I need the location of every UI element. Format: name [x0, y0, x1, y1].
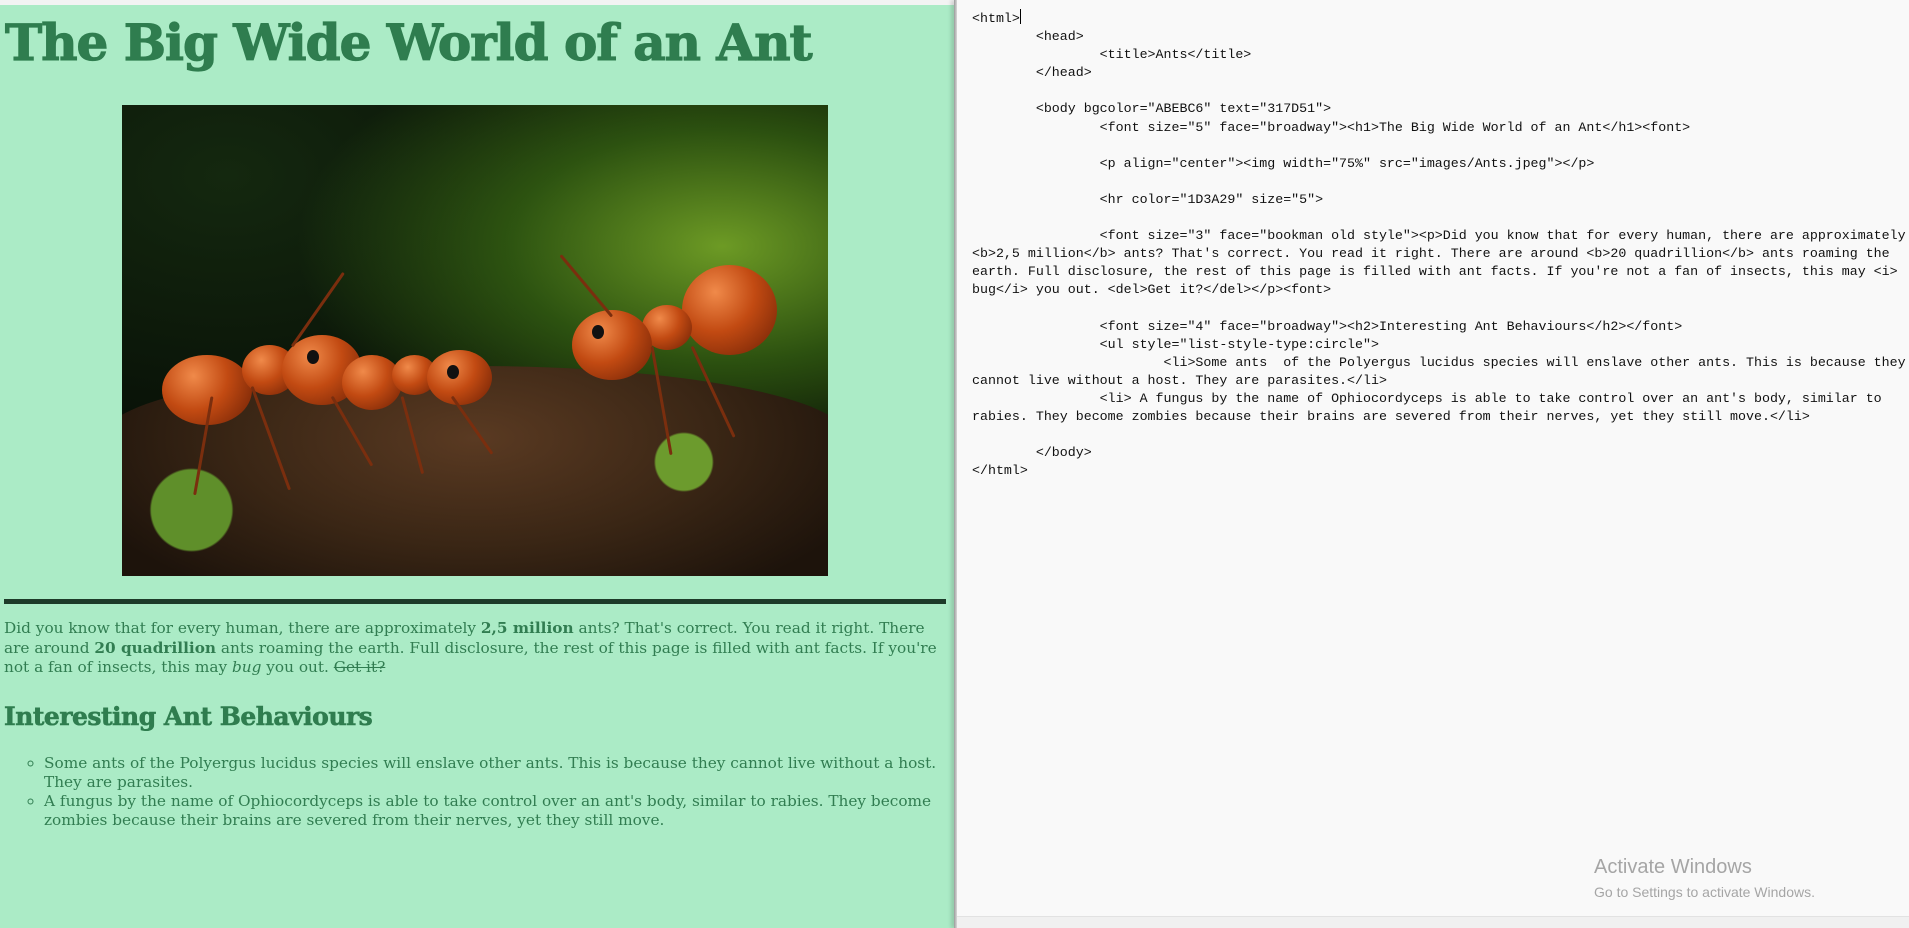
intro-bold-text: 20 quadrillion [94, 638, 217, 657]
code-line: <ul style="list-style-type:circle"> [972, 336, 1379, 352]
list-item: Some ants of the Polyergus lucidus speci… [44, 754, 944, 792]
code-line: bug</i> you out. <del>Get it?</del></p><… [972, 282, 1332, 298]
list-item: A fungus by the name of Ophiocordyceps i… [44, 792, 944, 830]
code-line: cannot live without a host. They are par… [972, 372, 1387, 388]
watermark-subtitle: Go to Settings to activate Windows. [1594, 884, 1815, 900]
page-title: The Big Wide World of an Ant [4, 13, 813, 72]
code-line: <body bgcolor="ABEBC6" text="317D51"> [972, 101, 1332, 117]
code-line: <font size="5" face="broadway"><h1>The B… [972, 119, 1691, 135]
editor-source[interactable]: <html> <head> <title>Ants</title> </head… [972, 9, 1906, 480]
ant-figure [342, 315, 542, 495]
code-line: <b>2,5 million</b> ants? That's correct.… [972, 246, 1890, 262]
ant-figure [552, 245, 812, 465]
code-line: </body> [972, 445, 1092, 461]
code-line: <li> A fungus by the name of Ophiocordyc… [972, 390, 1882, 406]
code-line: rabies. They become zombies because thei… [972, 409, 1810, 425]
rendered-page-preview: The Big Wide World of an Ant Did you kno… [0, 0, 954, 928]
behaviours-list: Some ants of the Polyergus lucidus speci… [44, 754, 944, 830]
code-editor[interactable]: <html> <head> <title>Ants</title> </head… [957, 0, 1909, 916]
code-line: <font size="3" face="bookman old style">… [972, 228, 1906, 244]
intro-text: Did you know that for every human, there… [4, 619, 481, 637]
code-line: <hr color="1D3A29" size="5"> [972, 191, 1324, 207]
intro-bold-text: 2,5 million [480, 619, 574, 637]
intro-strikethrough-text: Get it? [333, 658, 386, 676]
ants-photo [122, 105, 828, 576]
code-line: </html> [972, 463, 1028, 479]
code-line: <head> [972, 29, 1084, 45]
watermark-title: Activate Windows [1594, 856, 1752, 878]
horizontal-rule [4, 599, 946, 604]
intro-paragraph: Did you know that for every human, there… [4, 619, 946, 678]
code-line: <title>Ants</title> [972, 47, 1252, 63]
section-heading: Interesting Ant Behaviours [4, 702, 373, 732]
code-line: <html> [972, 11, 1020, 26]
text-caret [1019, 9, 1021, 24]
code-line: <li>Some ants of the Polyergus lucidus s… [972, 354, 1906, 370]
intro-text: you out. [261, 658, 334, 676]
code-line: earth. Full disclosure, the rest of this… [972, 264, 1898, 280]
code-line: <font size="4" face="broadway"><h2>Inter… [972, 318, 1683, 334]
intro-italic-text: bug [231, 658, 262, 676]
code-line: </head> [972, 65, 1092, 81]
activate-windows-watermark: Activate Windows Go to Settings to activ… [1594, 855, 1815, 902]
code-line: <p align="center"><img width="75%" src="… [972, 155, 1595, 171]
editor-status-bar [957, 916, 1909, 928]
